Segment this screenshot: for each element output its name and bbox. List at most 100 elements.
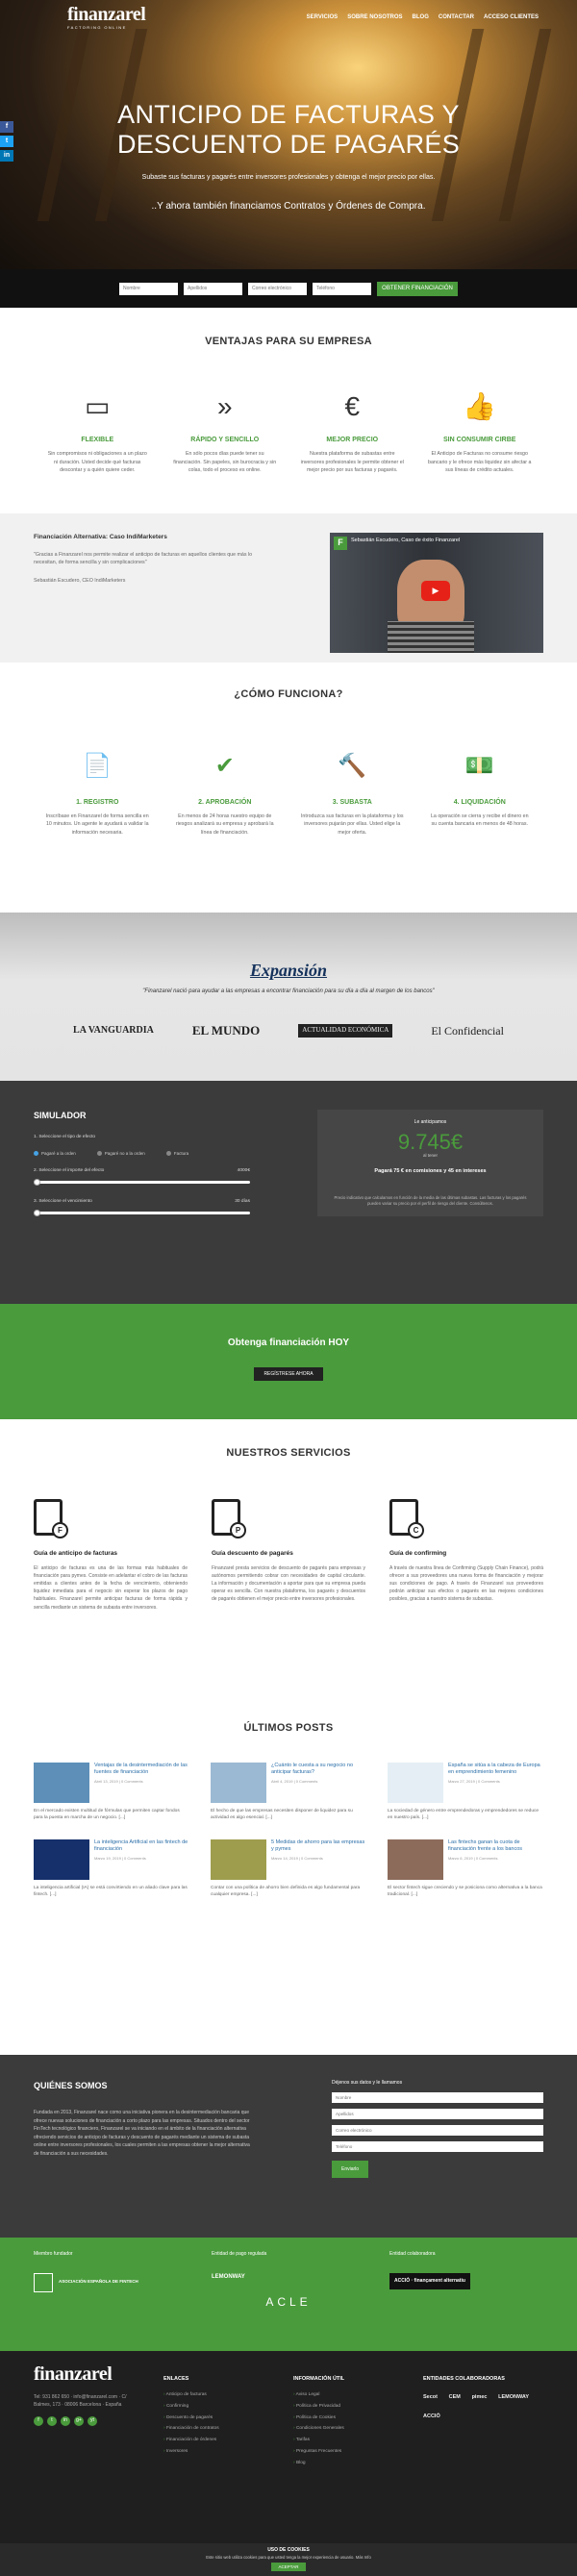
radio-factura[interactable]: Factura bbox=[166, 1151, 188, 1157]
video-person-shirt bbox=[388, 620, 474, 653]
linkedin-icon[interactable]: in bbox=[61, 2415, 70, 2426]
aef-logo: ASOCIACIÓN ESPAÑOLA DE FINTECH bbox=[59, 2279, 138, 2285]
footer-links: Anticipo de facturas Confirming Descuento … bbox=[163, 2392, 274, 2455]
footer-link[interactable]: Política de Privacidad bbox=[293, 2404, 404, 2411]
days-slider-handle[interactable] bbox=[34, 1209, 40, 1216]
logo[interactable]: finanzarel FACTORING ONLINE bbox=[67, 5, 146, 30]
contact-submit-button[interactable]: Enviarlo bbox=[332, 2160, 369, 2178]
post-title[interactable]: ¿Cuánto le cuesta a su negocio no antici… bbox=[271, 1763, 366, 1777]
aef-logo-icon bbox=[34, 2272, 53, 2292]
step-text: En menos de 24 horas nuestro equipo de r… bbox=[175, 813, 274, 836]
radio-pagare-orden[interactable]: Pagaré a la orden bbox=[34, 1151, 76, 1157]
service-title[interactable]: Guía de confirming bbox=[389, 1549, 543, 1558]
footer-link[interactable]: Blog bbox=[293, 2461, 404, 2467]
days-slider[interactable] bbox=[34, 1209, 250, 1216]
get-financing-button[interactable]: OBTENER FINANCIACIÓN bbox=[377, 281, 458, 296]
nav-sobre-nosotros[interactable]: SOBRE NOSOTROS bbox=[347, 13, 402, 21]
contact-name-input[interactable] bbox=[332, 2091, 543, 2103]
footer-link[interactable]: Financiación de contratos bbox=[163, 2426, 274, 2433]
footer-link[interactable]: Tarifas bbox=[293, 2438, 404, 2444]
result-title: Le anticipamos bbox=[414, 1118, 447, 1125]
step-title: 4. LIQUIDACIÓN bbox=[453, 798, 506, 806]
document-icon: 📄 bbox=[83, 753, 113, 780]
footer-link[interactable]: Financiación de órdenes bbox=[163, 2438, 274, 2444]
post-card[interactable]: 5 Medidas de ahorro para las empresas y … bbox=[211, 1838, 366, 1899]
phone-input[interactable] bbox=[313, 282, 371, 295]
amount-slider[interactable] bbox=[34, 1178, 250, 1186]
doc-letter: P bbox=[230, 1521, 246, 1538]
video-channel-icon: F bbox=[334, 536, 347, 550]
facebook-icon[interactable]: f bbox=[34, 2415, 43, 2426]
cookie-accept-button[interactable]: ACEPTAR bbox=[270, 2563, 307, 2572]
footer-partners-title: ENTIDADES COLABORADORAS bbox=[423, 2375, 505, 2382]
radio-pagare-no-orden[interactable]: Pagaré no a la orden bbox=[97, 1151, 145, 1157]
result-al: al tener bbox=[422, 1152, 438, 1158]
footer-link[interactable]: Política de Cookies bbox=[293, 2415, 404, 2422]
founder-label: Miembro fundador bbox=[34, 2250, 73, 2257]
service-title[interactable]: Guía de anticipo de facturas bbox=[34, 1549, 188, 1558]
play-icon[interactable]: ▶ bbox=[421, 580, 450, 601]
nav-acceso-clientes[interactable]: ACCESO CLIENTES bbox=[484, 13, 539, 21]
email-input[interactable] bbox=[248, 282, 307, 295]
footer-link[interactable]: Descuento de pagarés bbox=[163, 2415, 274, 2422]
footer-link[interactable]: Condiciones Generales bbox=[293, 2426, 404, 2433]
post-image[interactable] bbox=[34, 1838, 89, 1880]
post-card[interactable]: La inteligencia Artificial en las fintec… bbox=[34, 1838, 189, 1899]
post-title[interactable]: Ventajas de la desintermediación de las … bbox=[94, 1763, 189, 1777]
post-card[interactable]: Las fintechs ganan la cuota de financiac… bbox=[388, 1838, 543, 1899]
footer-link[interactable]: Preguntas Frecuentes bbox=[293, 2449, 404, 2456]
post-title[interactable]: 5 Medidas de ahorro para las empresas y … bbox=[271, 1839, 366, 1854]
youtube-icon[interactable]: yt bbox=[88, 2415, 97, 2426]
confirming-doc-icon: C bbox=[389, 1498, 424, 1538]
about-section: QUIÉNES SOMOS Fundada en 2013, Finanzare… bbox=[0, 2054, 577, 2238]
accio-footer-logo: ACCIÓ bbox=[423, 2413, 440, 2419]
post-card[interactable]: España se sitúa a la cabeza de Europa en… bbox=[388, 1762, 543, 1822]
post-title[interactable]: España se sitúa a la cabeza de Europa en… bbox=[448, 1763, 543, 1777]
register-button[interactable]: REGÍSTRESE AHORA bbox=[254, 1366, 323, 1381]
surname-input[interactable] bbox=[184, 282, 242, 295]
nav-blog[interactable]: BLOG bbox=[413, 13, 429, 21]
checkmark-icon: ✔ bbox=[214, 753, 235, 780]
footer-link[interactable]: Anticipo de facturas bbox=[163, 2392, 274, 2399]
post-image[interactable] bbox=[34, 1762, 89, 1803]
footer-logo[interactable]: finanzarel bbox=[34, 2364, 144, 2384]
post-title[interactable]: Las fintechs ganan la cuota de financiac… bbox=[448, 1839, 543, 1854]
post-card[interactable]: ¿Cuánto le cuesta a su negocio no antici… bbox=[211, 1762, 366, 1822]
nav-contactar[interactable]: CONTACTAR bbox=[439, 13, 474, 21]
footer-link[interactable]: Aviso Legal bbox=[293, 2392, 404, 2399]
post-excerpt: En el mercado existen multitud de fórmul… bbox=[34, 1808, 180, 1821]
contact-phone-input[interactable] bbox=[332, 2140, 543, 2152]
video-title: Sebastián Escudero, Caso de éxito Finanz… bbox=[351, 537, 461, 543]
cookie-bar: USO DE COOKIES Este sitio web utiliza co… bbox=[0, 2542, 577, 2576]
twitter-icon[interactable]: t bbox=[47, 2415, 57, 2426]
doc-letter: F bbox=[52, 1521, 68, 1538]
cem-logo: CEM bbox=[448, 2394, 461, 2401]
simulator-step-1: 1. Seleccione el tipo de efecto bbox=[34, 1135, 96, 1140]
service-title[interactable]: Guía descuento de pagarés bbox=[212, 1549, 365, 1558]
advantage-title: FLEXIBLE bbox=[81, 437, 114, 444]
post-image[interactable] bbox=[388, 1762, 443, 1803]
footer-link[interactable]: Inversores bbox=[163, 2449, 274, 2456]
post-image[interactable] bbox=[211, 1838, 266, 1880]
post-image[interactable] bbox=[388, 1838, 443, 1880]
footer-info-title: INFORMACIÓN ÚTIL bbox=[293, 2375, 345, 2382]
post-card[interactable]: Ventajas de la desintermediación de las … bbox=[34, 1762, 189, 1822]
step-subasta: 🔨 3. SUBASTA Introduzca sus facturas en la… bbox=[288, 750, 416, 837]
video-player[interactable]: F Sebastián Escudero, Caso de éxito Fina… bbox=[330, 532, 543, 653]
contact-surname-input[interactable] bbox=[332, 2108, 543, 2119]
result-disclaimer: Precio indicativo que calculamos en func… bbox=[334, 1194, 527, 1206]
footer-info-links: Aviso Legal Política de Privacidad Polític… bbox=[293, 2392, 404, 2466]
post-title[interactable]: La inteligencia Artificial en las fintec… bbox=[94, 1839, 189, 1854]
google-plus-icon[interactable]: g+ bbox=[74, 2415, 84, 2426]
amount-slider-handle[interactable] bbox=[34, 1178, 40, 1186]
la-vanguardia-logo: LA VANGUARDIA bbox=[73, 1025, 154, 1037]
footer-link[interactable]: Confirming bbox=[163, 2404, 274, 2411]
contact-email-input[interactable] bbox=[332, 2124, 543, 2136]
nav-servicios[interactable]: SERVICIOS bbox=[307, 13, 339, 21]
post-image[interactable] bbox=[211, 1762, 266, 1803]
step-title: 3. SUBASTA bbox=[332, 798, 372, 806]
name-input[interactable] bbox=[119, 282, 178, 295]
effect-type-radios: Pagaré a la orden Pagaré no a la orden F… bbox=[34, 1151, 250, 1157]
cta-title: Obtenga financiación HOY bbox=[227, 1337, 350, 1348]
advantages-section: VENTAJAS PARA SU EMPRESA ▭ FLEXIBLE Sin co… bbox=[0, 308, 577, 513]
